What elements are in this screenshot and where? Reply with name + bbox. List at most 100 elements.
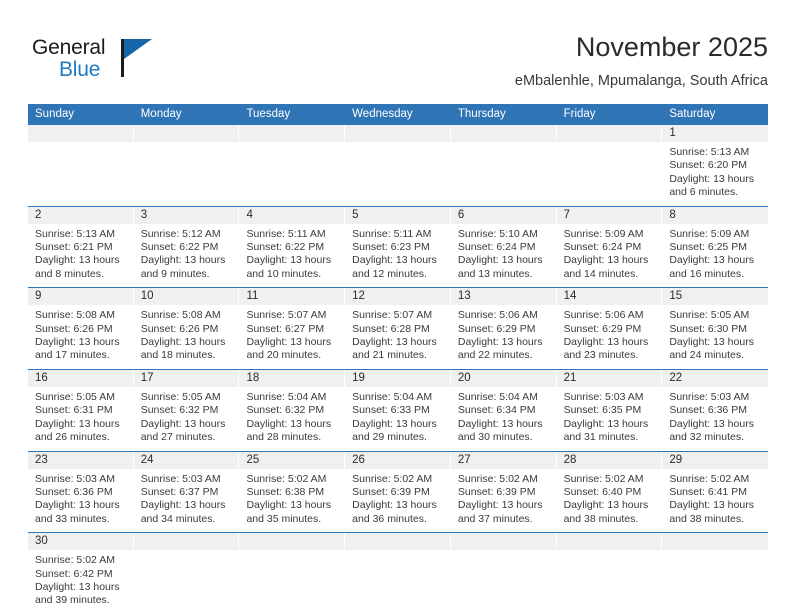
day-details [345, 550, 451, 604]
week-cells: 9 Sunrise: 5:08 AM Sunset: 6:26 PM Daylight… [28, 288, 769, 369]
calendar-day-cell[interactable]: 6 Sunrise: 5:10 AM Sunset: 6:24 PM Daylight… [450, 206, 557, 288]
calendar-day-cell[interactable]: 5 Sunrise: 5:11 AM Sunset: 6:23 PM Daylight… [345, 206, 451, 288]
calendar-day-cell[interactable]: 4 Sunrise: 5:11 AM Sunset: 6:22 PM Daylight… [239, 206, 346, 288]
calendar-day-cell[interactable]: 21 Sunrise: 5:03 AM Sunset: 6:35 PM Dayligh… [556, 369, 663, 451]
weekday-header-monday: Monday [140, 108, 182, 120]
calendar-day-cell[interactable]: 22 Sunrise: 5:03 AM Sunset: 6:36 PM Dayligh… [662, 369, 769, 451]
calendar-day-cell[interactable]: 26 Sunrise: 5:02 AM Sunset: 6:39 PM Dayligh… [345, 451, 451, 533]
week-cells: 16 Sunrise: 5:05 AM Sunset: 6:31 PM Dayligh… [28, 369, 769, 451]
weekday-header-saturday: Saturday [669, 108, 716, 120]
day-detail-line: Sunrise: 5:03 AM [669, 390, 750, 403]
flag-icon [124, 39, 152, 59]
day-detail-line: Daylight: 13 hours [563, 499, 649, 512]
weekday-header-tuesday: Tuesday [246, 108, 291, 120]
day-details: Sunrise: 5:02 AM Sunset: 6:40 PM Daylight:… [557, 469, 663, 533]
calendar-day-cell[interactable]: 7 Sunrise: 5:09 AM Sunset: 6:24 PM Daylight… [556, 206, 663, 288]
day-detail-line: Sunset: 6:40 PM [563, 485, 642, 498]
calendar-day-cell[interactable]: 20 Sunrise: 5:04 AM Sunset: 6:34 PM Dayligh… [450, 369, 557, 451]
day-detail-line: Sunrise: 5:02 AM [352, 472, 433, 485]
calendar-day-cell[interactable]: 24 Sunrise: 5:03 AM Sunset: 6:37 PM Dayligh… [133, 451, 240, 533]
calendar-day-cell-empty [133, 125, 240, 206]
calendar-day-cell[interactable]: 30 Sunrise: 5:02 AM Sunset: 6:42 PM Dayligh… [28, 533, 134, 614]
calendar-day-cell[interactable]: 17 Sunrise: 5:05 AM Sunset: 6:32 PM Dayligh… [133, 369, 240, 451]
calendar-day-cell[interactable]: 14 Sunrise: 5:06 AM Sunset: 6:29 PM Dayligh… [556, 288, 663, 369]
day-details: Sunrise: 5:04 AM Sunset: 6:32 PM Daylight:… [239, 387, 345, 451]
day-detail-line: Sunset: 6:29 PM [563, 322, 642, 335]
day-details: Sunrise: 5:10 AM Sunset: 6:24 PM Daylight:… [451, 224, 557, 288]
day-detail-line: Sunset: 6:26 PM [140, 322, 219, 335]
day-details: Sunrise: 5:07 AM Sunset: 6:27 PM Daylight:… [239, 305, 345, 369]
calendar-day-cell[interactable]: 3 Sunrise: 5:12 AM Sunset: 6:22 PM Daylight… [133, 206, 240, 288]
day-detail-line: Sunset: 6:37 PM [140, 485, 219, 498]
day-detail-line: and 38 minutes. [669, 512, 745, 525]
day-details [28, 142, 134, 196]
day-detail-line: and 14 minutes. [563, 267, 639, 280]
day-detail-line: Sunrise: 5:09 AM [669, 227, 750, 240]
calendar-week-row: 23 Sunrise: 5:03 AM Sunset: 6:36 PM Dayligh… [28, 451, 769, 534]
day-detail-line: and 8 minutes. [35, 267, 104, 280]
calendar-day-cell[interactable]: 12 Sunrise: 5:07 AM Sunset: 6:28 PM Dayligh… [345, 288, 451, 369]
day-detail-line: Daylight: 13 hours [669, 254, 754, 267]
day-detail-line: and 38 minutes. [563, 512, 639, 525]
day-detail-line: Sunrise: 5:04 AM [352, 390, 433, 403]
day-number: 8 [662, 206, 769, 224]
page-title: November 2025 [575, 32, 768, 62]
day-detail-line: Sunset: 6:22 PM [246, 241, 325, 254]
calendar-day-cell[interactable]: 27 Sunrise: 5:02 AM Sunset: 6:39 PM Dayligh… [450, 451, 557, 533]
day-details: Sunrise: 5:11 AM Sunset: 6:22 PM Daylight:… [239, 224, 345, 288]
calendar-day-cell[interactable]: 1 Sunrise: 5:13 AM Sunset: 6:20 PM Daylight… [662, 125, 769, 206]
calendar-day-cell[interactable]: 28 Sunrise: 5:02 AM Sunset: 6:40 PM Dayligh… [556, 451, 663, 533]
day-detail-line: and 34 minutes. [140, 512, 216, 525]
calendar-week-row: 30 Sunrise: 5:02 AM Sunset: 6:42 PM Dayligh… [28, 533, 769, 614]
weekday-header-wednesday: Wednesday [352, 108, 413, 120]
calendar-day-cell[interactable]: 19 Sunrise: 5:04 AM Sunset: 6:33 PM Dayligh… [345, 369, 451, 451]
day-detail-line: Sunrise: 5:04 AM [457, 390, 538, 403]
day-detail-line: and 12 minutes. [352, 267, 427, 280]
day-details: Sunrise: 5:09 AM Sunset: 6:24 PM Daylight:… [557, 224, 663, 288]
day-detail-line: Daylight: 13 hours [35, 580, 120, 593]
day-detail-line: Sunset: 6:29 PM [457, 322, 536, 335]
day-number: 15 [662, 288, 769, 306]
day-detail-line: Daylight: 13 hours [352, 499, 437, 512]
day-number: 22 [662, 369, 769, 387]
day-detail-line: Daylight: 13 hours [352, 417, 437, 430]
day-detail-line: Sunset: 6:32 PM [246, 404, 325, 417]
calendar-day-cell[interactable]: 13 Sunrise: 5:06 AM Sunset: 6:29 PM Dayligh… [450, 288, 557, 369]
calendar-day-cell[interactable]: 2 Sunrise: 5:13 AM Sunset: 6:21 PM Daylight… [28, 206, 134, 288]
day-detail-line: and 28 minutes. [246, 431, 322, 444]
day-detail-line: Sunrise: 5:05 AM [140, 390, 221, 403]
day-detail-line: Daylight: 13 hours [140, 499, 226, 512]
calendar-day-cell[interactable]: 8 Sunrise: 5:09 AM Sunset: 6:25 PM Daylight… [662, 206, 769, 288]
day-detail-line: Daylight: 13 hours [457, 254, 543, 267]
day-detail-line: and 30 minutes. [457, 431, 533, 444]
calendar-day-cell[interactable]: 9 Sunrise: 5:08 AM Sunset: 6:26 PM Daylight… [28, 288, 134, 369]
day-number: 27 [450, 451, 557, 469]
calendar-day-cell[interactable]: 15 Sunrise: 5:05 AM Sunset: 6:30 PM Dayligh… [662, 288, 769, 369]
brand-logo[interactable]: General Blue [32, 36, 172, 92]
day-details [451, 550, 557, 604]
day-number [239, 533, 346, 551]
day-detail-line: Sunrise: 5:13 AM [35, 227, 115, 240]
day-number: 1 [662, 125, 769, 142]
day-number: 29 [662, 451, 769, 469]
calendar-week-row: 9 Sunrise: 5:08 AM Sunset: 6:26 PM Daylight… [28, 288, 769, 370]
day-detail-line: and 36 minutes. [352, 512, 427, 525]
calendar-day-cell[interactable]: 29 Sunrise: 5:02 AM Sunset: 6:41 PM Dayligh… [662, 451, 769, 533]
day-detail-line: Sunrise: 5:02 AM [669, 472, 750, 485]
day-details: Sunrise: 5:03 AM Sunset: 6:36 PM Daylight:… [28, 469, 134, 533]
calendar-day-cell[interactable]: 10 Sunrise: 5:08 AM Sunset: 6:26 PM Dayligh… [133, 288, 240, 369]
calendar-day-cell[interactable]: 18 Sunrise: 5:04 AM Sunset: 6:32 PM Dayligh… [239, 369, 346, 451]
day-detail-line: Daylight: 13 hours [246, 254, 332, 267]
day-detail-line: Sunset: 6:21 PM [35, 241, 113, 254]
calendar-day-cell[interactable]: 16 Sunrise: 5:05 AM Sunset: 6:31 PM Dayligh… [28, 369, 134, 451]
day-number: 26 [345, 451, 451, 469]
calendar-day-cell[interactable]: 23 Sunrise: 5:03 AM Sunset: 6:36 PM Dayligh… [28, 451, 134, 533]
calendar-day-cell[interactable]: 25 Sunrise: 5:02 AM Sunset: 6:38 PM Dayligh… [239, 451, 346, 533]
calendar-week-row: 16 Sunrise: 5:05 AM Sunset: 6:31 PM Dayligh… [28, 369, 769, 452]
day-details: Sunrise: 5:08 AM Sunset: 6:26 PM Daylight:… [28, 305, 134, 369]
day-detail-line: Sunset: 6:31 PM [35, 404, 113, 417]
calendar-day-cell[interactable]: 11 Sunrise: 5:07 AM Sunset: 6:27 PM Dayligh… [239, 288, 346, 369]
day-number [239, 125, 346, 142]
day-number [662, 533, 769, 551]
day-detail-line: and 39 minutes. [35, 594, 110, 607]
